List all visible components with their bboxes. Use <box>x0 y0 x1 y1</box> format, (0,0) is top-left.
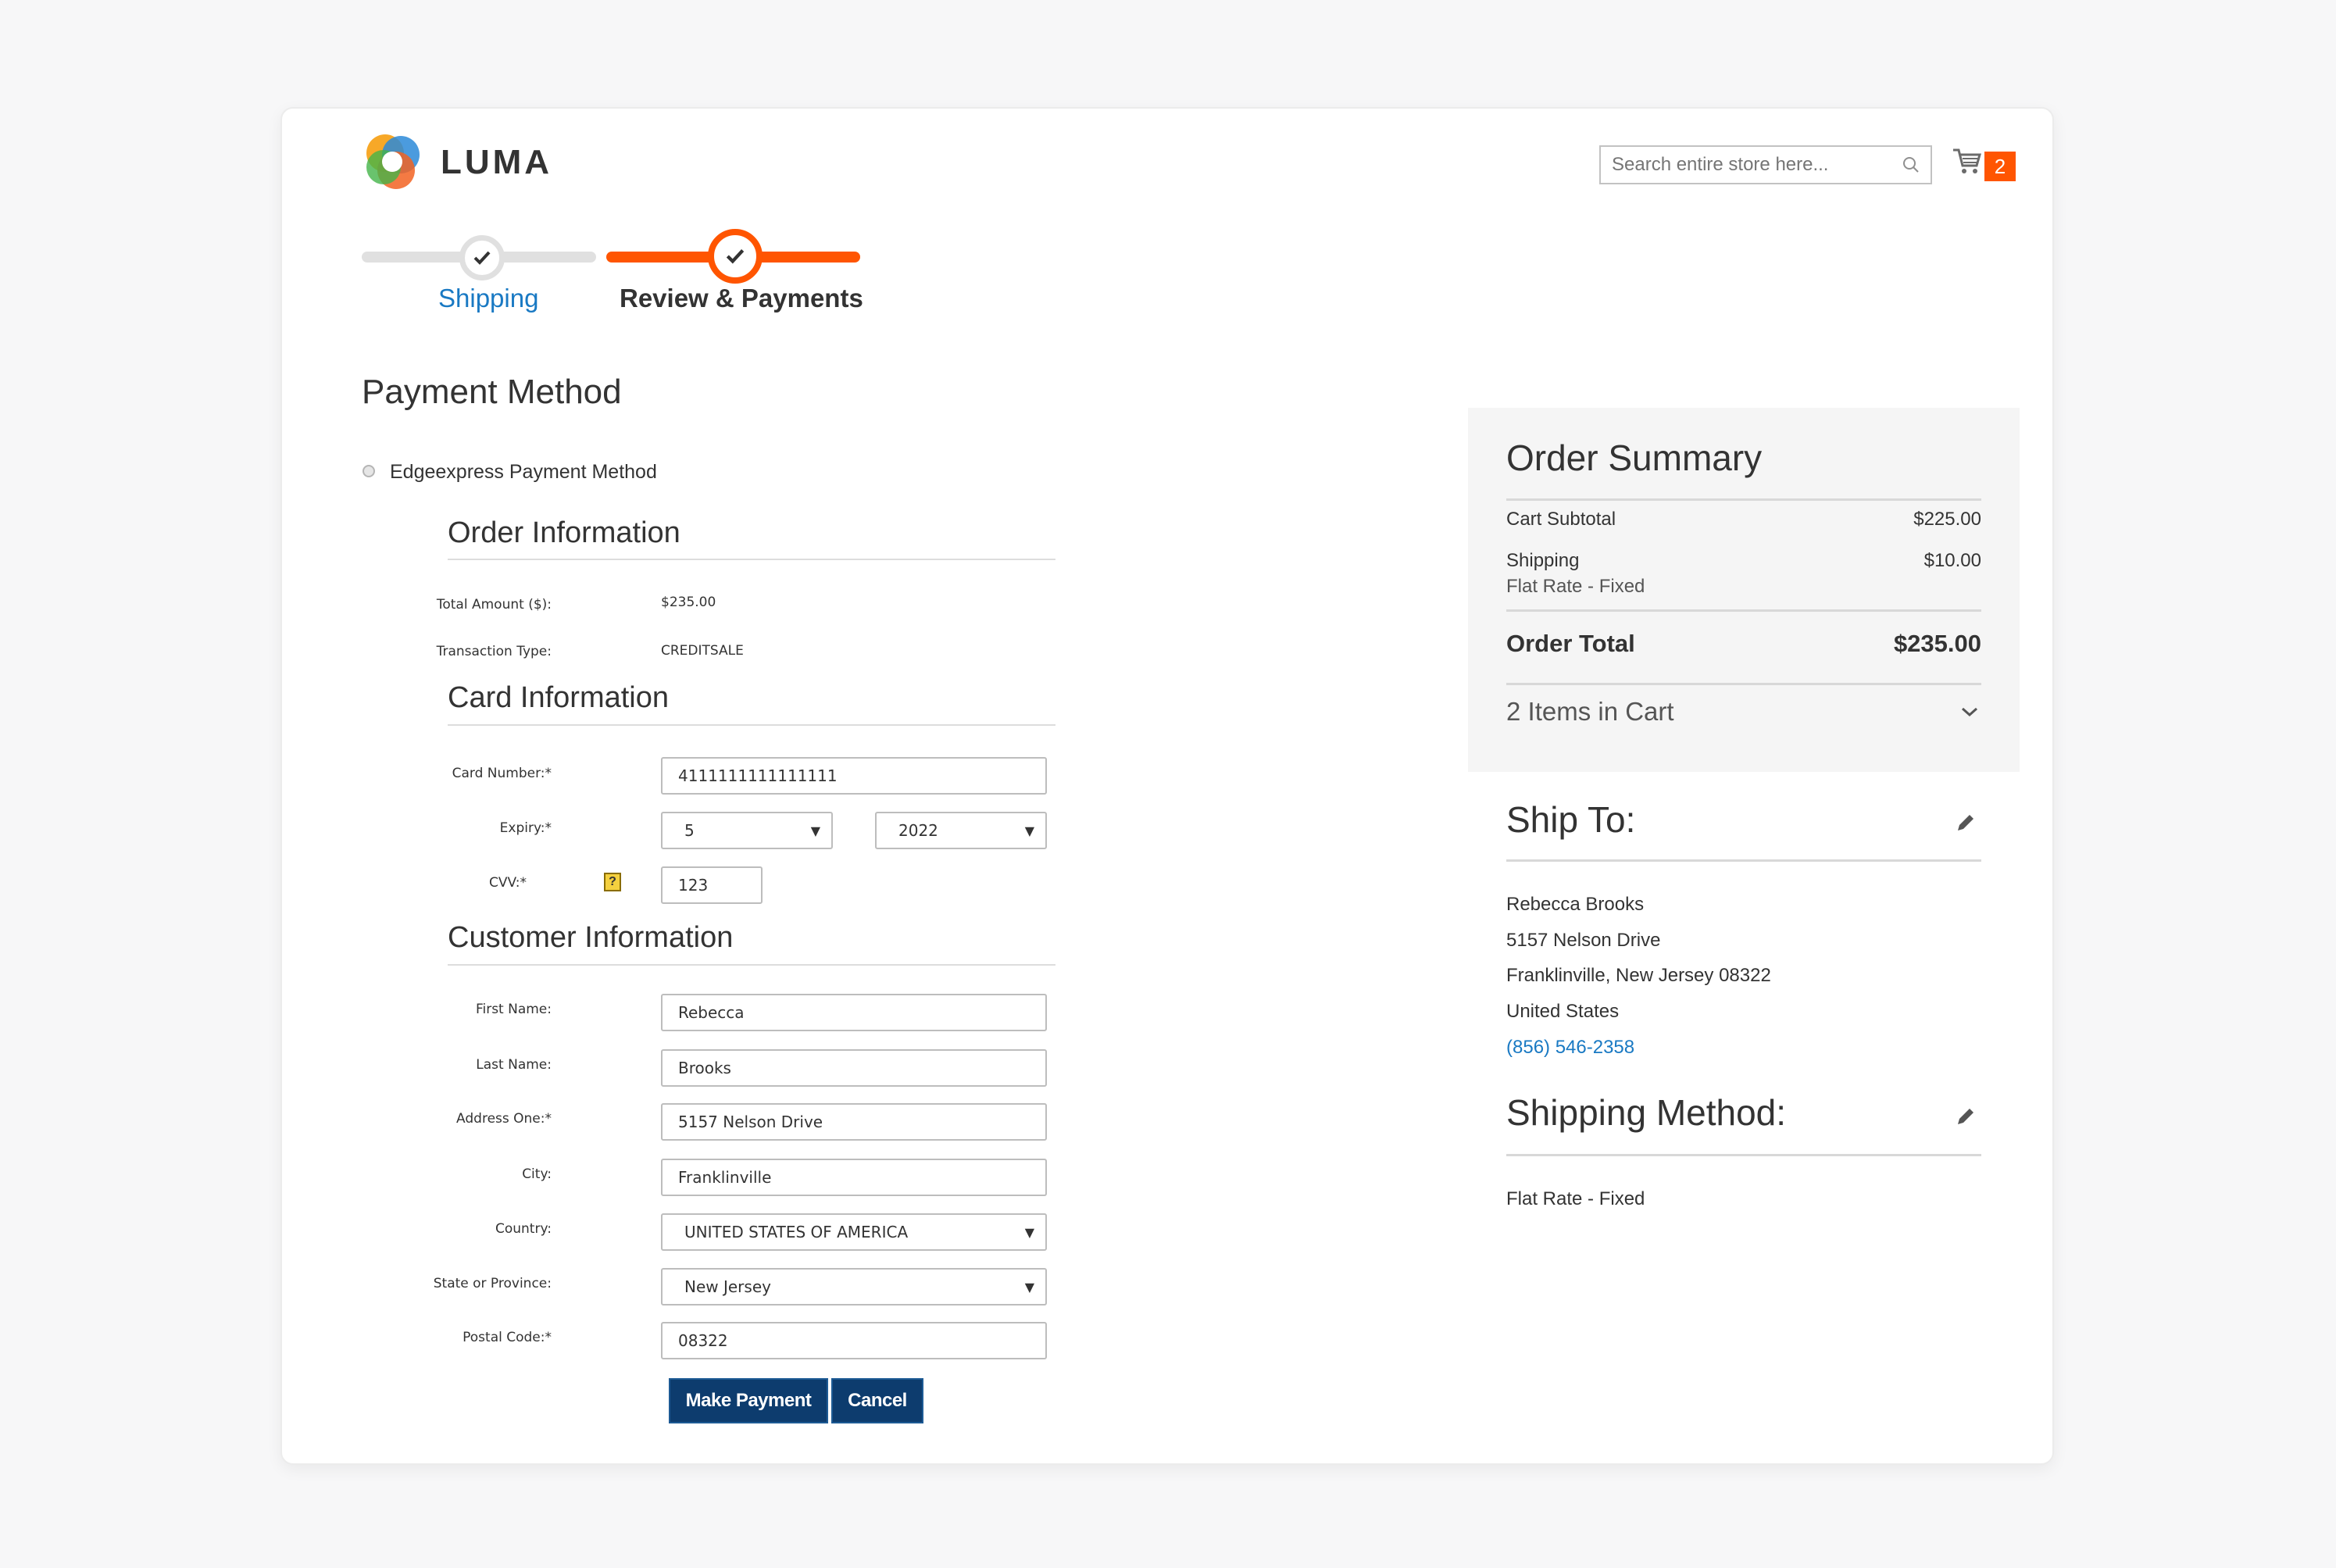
search-icon[interactable] <box>1902 156 1920 173</box>
cart-subtotal-value: $225.00 <box>1913 509 1981 530</box>
first-name-input[interactable]: Rebecca <box>661 994 1047 1031</box>
order-information-title: Order Information <box>448 516 680 549</box>
edit-pencil-icon[interactable] <box>1955 1105 1977 1127</box>
order-total-label: Order Total <box>1506 630 1635 657</box>
transaction-type-label: Transaction Type: <box>436 644 552 659</box>
shipping-method-sub: Flat Rate - Fixed <box>1506 576 1645 597</box>
divider <box>1506 1154 1981 1156</box>
search-placeholder: Search entire store here... <box>1612 154 1829 175</box>
dropdown-arrow-icon: ▼ <box>1024 1224 1034 1240</box>
last-name-input[interactable]: Brooks <box>661 1049 1047 1087</box>
luma-logo-icon[interactable] <box>362 131 423 192</box>
dropdown-arrow-icon: ▼ <box>1024 823 1034 838</box>
total-amount-value: $235.00 <box>661 595 716 610</box>
payment-method-radio[interactable] <box>363 465 375 477</box>
order-total-value: $235.00 <box>1893 630 1981 657</box>
cart-subtotal-label: Cart Subtotal <box>1506 509 1616 530</box>
checkout-page: LUMA Search entire store here... 2 Shipp… <box>280 107 2054 1465</box>
divider <box>1506 683 1981 685</box>
first-name-label: First Name: <box>475 1002 552 1017</box>
payment-method-label[interactable]: Edgeexpress Payment Method <box>390 461 657 484</box>
ship-to-phone-link[interactable]: (856) 546-2358 <box>1506 1037 1634 1059</box>
ship-to-title: Ship To: <box>1506 799 1636 840</box>
divider <box>1506 609 1981 612</box>
postal-code-label: Postal Code:* <box>463 1330 552 1345</box>
cart-icon[interactable] <box>1952 145 1983 177</box>
state-value: New Jersey <box>684 1277 771 1296</box>
ship-to-street: 5157 Nelson Drive <box>1506 930 1661 951</box>
transaction-type-value: CREDITSALE <box>661 643 744 659</box>
country-value: UNITED STATES OF AMERICA <box>684 1223 909 1241</box>
cvv-label: CVV:* <box>489 875 527 891</box>
step-review-label: Review & Payments <box>620 284 863 313</box>
expiry-year-select[interactable]: 2022 ▼ <box>875 812 1047 849</box>
state-select[interactable]: New Jersey ▼ <box>661 1268 1047 1305</box>
expiry-month-value: 5 <box>684 821 695 840</box>
step-shipping-link[interactable]: Shipping <box>438 284 538 313</box>
expiry-label: Expiry:* <box>499 820 552 836</box>
total-amount-label: Total Amount ($): <box>436 597 552 613</box>
chevron-down-icon[interactable] <box>1960 705 1979 718</box>
city-input[interactable]: Franklinville <box>661 1159 1047 1196</box>
customer-information-title: Customer Information <box>448 921 734 954</box>
cvv-help-icon[interactable]: ? <box>604 873 621 891</box>
edit-pencil-icon[interactable] <box>1955 812 1977 834</box>
cancel-button[interactable]: Cancel <box>831 1378 923 1423</box>
shipping-value: $10.00 <box>1923 550 1981 571</box>
divider <box>448 964 1055 966</box>
dropdown-arrow-icon: ▼ <box>1024 1279 1034 1295</box>
cart-count-badge[interactable]: 2 <box>1984 152 2016 181</box>
divider <box>448 724 1055 726</box>
card-number-label: Card Number:* <box>452 766 552 781</box>
order-summary-title: Order Summary <box>1506 438 1763 478</box>
divider <box>1506 859 1981 862</box>
country-select[interactable]: UNITED STATES OF AMERICA ▼ <box>661 1213 1047 1251</box>
city-label: City: <box>522 1166 552 1182</box>
step-shipping-check-icon[interactable] <box>459 235 505 280</box>
search-input[interactable]: Search entire store here... <box>1599 145 1932 184</box>
card-information-title: Card Information <box>448 681 670 714</box>
luma-logo-text[interactable]: LUMA <box>441 143 552 182</box>
divider <box>448 559 1055 560</box>
shipping-method-value: Flat Rate - Fixed <box>1506 1188 1645 1209</box>
postal-code-input[interactable]: 08322 <box>661 1322 1047 1359</box>
cvv-input[interactable]: 123 <box>661 866 763 904</box>
ship-to-country: United States <box>1506 1001 1620 1022</box>
expiry-month-select[interactable]: 5 ▼ <box>661 812 833 849</box>
expiry-year-value: 2022 <box>898 821 938 840</box>
payment-method-title: Payment Method <box>362 373 622 411</box>
ship-to-city: Franklinville, New Jersey 08322 <box>1506 965 1771 986</box>
ship-to-name: Rebecca Brooks <box>1506 894 1645 915</box>
make-payment-button[interactable]: Make Payment <box>669 1378 828 1423</box>
items-in-cart-toggle[interactable]: 2 Items in Cart <box>1506 697 1674 727</box>
divider <box>1506 498 1981 501</box>
card-number-input[interactable]: 4111111111111111 <box>661 757 1047 795</box>
shipping-label: Shipping <box>1506 550 1580 571</box>
state-label: State or Province: <box>433 1276 552 1291</box>
country-label: Country: <box>495 1221 552 1237</box>
shipping-method-title: Shipping Method: <box>1506 1092 1787 1133</box>
address-one-label: Address One:* <box>456 1111 552 1127</box>
address-one-input[interactable]: 5157 Nelson Drive <box>661 1103 1047 1141</box>
last-name-label: Last Name: <box>476 1057 552 1073</box>
dropdown-arrow-icon: ▼ <box>810 823 820 838</box>
step-review-check-icon <box>708 229 763 284</box>
